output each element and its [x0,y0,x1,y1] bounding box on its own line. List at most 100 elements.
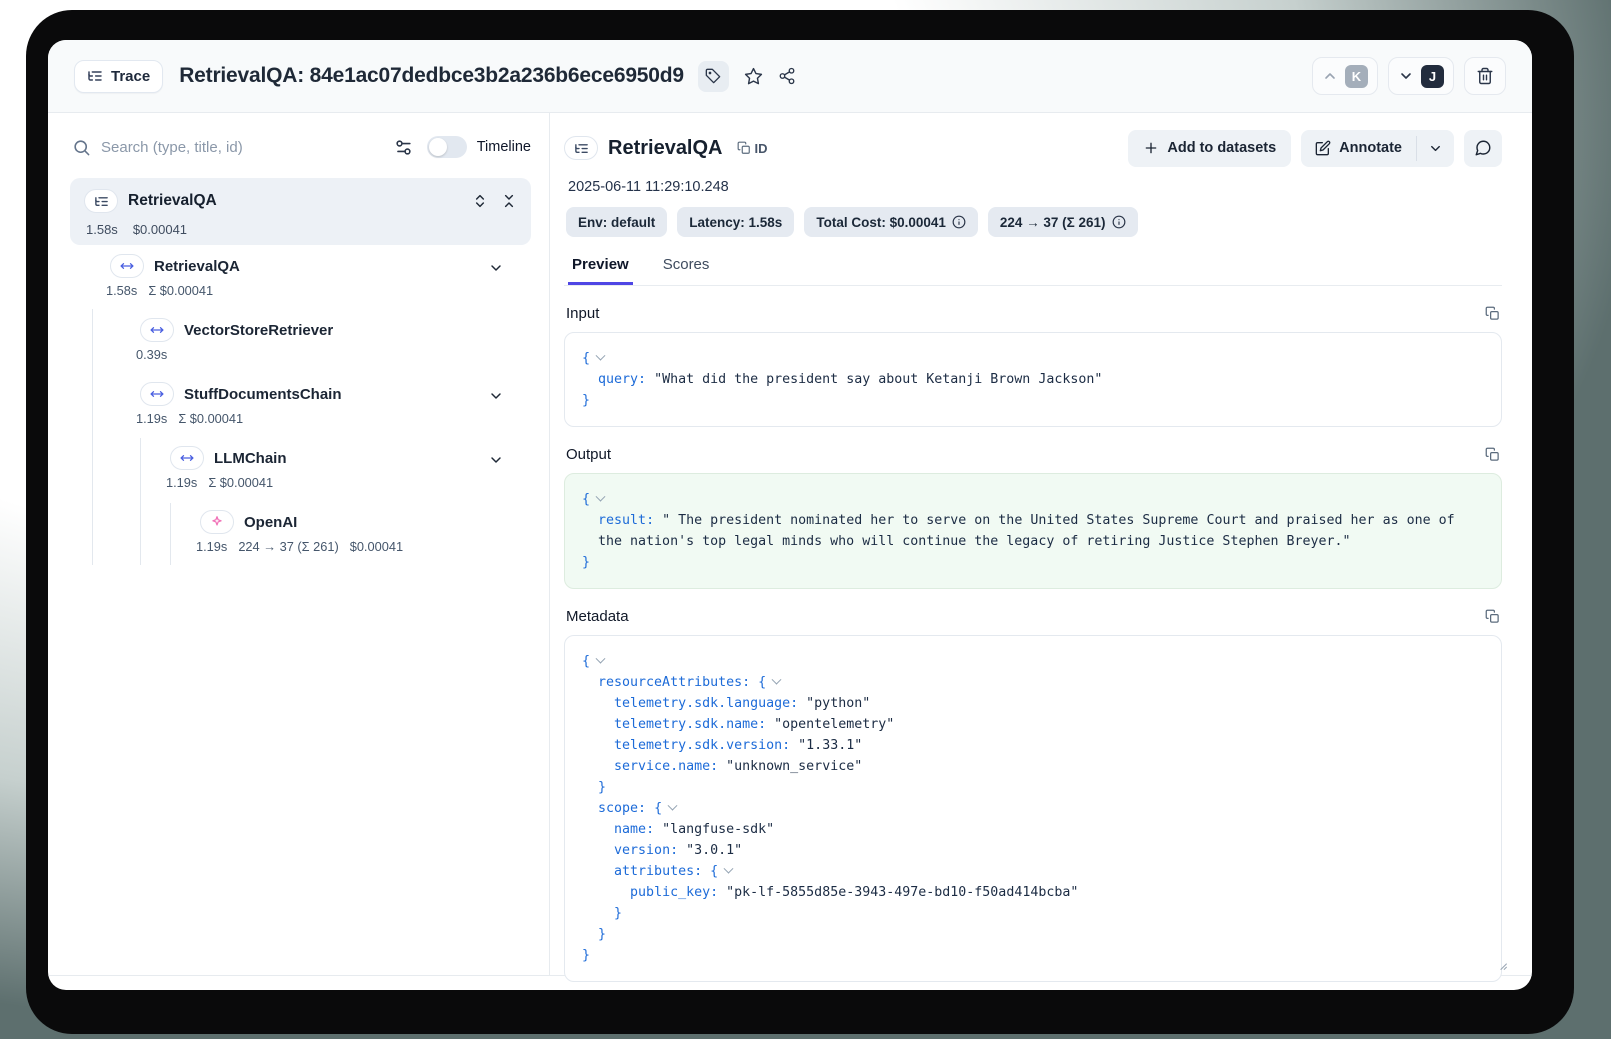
section-header: Metadata [564,608,1502,625]
json-value: "pk-lf-5855d85e-3943-497e-bd10-f50ad414b… [726,885,1078,900]
move-horizontal-icon [170,446,204,470]
tree-metric: 1.58s [106,283,137,298]
tree-node-llmchain[interactable]: LLMChain [170,446,287,470]
tree-indent-guide [140,438,141,565]
tree-node-label: StuffDocumentsChain [184,386,342,403]
metric-badge: Latency: 1.58s [677,207,794,237]
tree-node-openai[interactable]: OpenAI [200,510,297,534]
tree-metric: 1.19s [166,475,197,490]
info-icon[interactable] [952,215,966,229]
json-punct: : [742,675,758,690]
info-icon[interactable] [1112,215,1126,229]
add-to-datasets-button[interactable]: Add to datasets [1128,130,1291,167]
json-punct: } [598,780,606,795]
json-line: result: " The president nominated her to… [582,513,1455,528]
json-line: name: "langfuse-sdk" [582,822,774,837]
copy-icon[interactable] [1485,447,1500,462]
json-line: { [582,654,604,669]
tree-node-vectorstoreretriever[interactable]: VectorStoreRetriever [140,318,333,342]
json-punct: : [758,717,774,732]
badge-label: Total Cost: $0.00041 [816,215,946,230]
collapse-chevron-icon[interactable] [596,351,606,361]
annotate-button[interactable]: Annotate [1301,130,1416,167]
json-line: service.name: "unknown_service" [582,759,862,774]
collapse-chevron-icon[interactable] [596,492,606,502]
copy-icon[interactable] [1485,306,1500,321]
tree-metric: $0.00041 [350,539,403,554]
resize-grip-icon[interactable] [1495,958,1508,971]
tree-node-stuffdocumentschain[interactable]: StuffDocumentsChain [140,382,342,406]
collapse-chevron-icon[interactable] [668,801,678,811]
shortcut-key-k: K [1345,65,1368,88]
delete-trace-button[interactable] [1464,57,1506,95]
tab-scores[interactable]: Scores [659,250,714,285]
tree-node-label: VectorStoreRetriever [184,322,333,339]
json-line: telemetry.sdk.language: "python" [582,696,870,711]
json-key: telemetry.sdk.version [614,738,782,753]
json-punct: } [582,555,590,570]
tree-indent-guide [92,309,93,565]
sparkles-icon [200,510,234,534]
collapse-chevron-icon[interactable] [488,388,504,404]
metric-badge: 224 → 37 (Σ 261) [988,207,1138,237]
collapse-chevron-icon[interactable] [772,675,782,685]
tree-node-label: RetrievalQA [154,258,240,275]
copy-icon [737,141,751,155]
json-value: "What did the president say about Ketanj… [654,372,1102,387]
json-value: "langfuse-sdk" [662,822,774,837]
json-value: " The president nominated her to serve o… [662,513,1455,528]
detail-title: RetrievalQA [608,137,723,160]
chevron-up-icon [1322,68,1338,84]
json-punct [582,864,614,879]
json-value: "opentelemetry" [774,717,894,732]
json-line: } [582,555,590,570]
json-punct: { [710,864,718,879]
json-punct [582,759,614,774]
tree-indent-guide [170,503,171,565]
json-punct: { [582,351,590,366]
json-punct [582,822,614,837]
star-icon[interactable] [744,67,763,86]
trace-type-badge: Trace [74,60,163,93]
add-to-datasets-label: Add to datasets [1167,140,1276,156]
tree-metric: 224 → 37 (Σ 261) [238,539,338,554]
json-punct [582,738,614,753]
tag-icon[interactable] [698,61,729,92]
share-icon[interactable] [778,67,796,85]
json-punct [582,780,598,795]
json-viewer: { resourceAttributes: { telemetry.sdk.la… [564,635,1502,982]
json-punct: : [646,822,662,837]
page-title: RetrievalQA: 84e1ac07dedbce3b2a236b6ece6… [179,64,684,88]
tree-node-retrievalqa[interactable]: RetrievalQA [110,254,240,278]
badge-label: Latency: 1.58s [689,215,782,230]
json-punct [582,927,598,942]
collapse-chevron-icon[interactable] [488,452,504,468]
section-title: Input [566,305,599,322]
section-header: Output [564,446,1502,463]
json-punct: { [582,654,590,669]
section-header: Input [564,305,1502,322]
next-trace-button[interactable]: J [1388,57,1454,95]
comments-button[interactable] [1464,130,1502,167]
window-header: Trace RetrievalQA: 84e1ac07dedbce3b2a236… [48,40,1532,113]
json-line: scope: { [582,801,676,816]
copy-icon[interactable] [1485,609,1500,624]
copy-id-button[interactable]: ID [737,141,768,156]
json-punct: } [582,948,590,963]
tab-preview[interactable]: Preview [568,250,633,285]
trace-badge-label: Trace [111,68,150,85]
collapse-chevron-icon[interactable] [596,654,606,664]
json-punct: } [614,906,622,921]
collapse-chevron-icon[interactable] [724,864,734,874]
json-line: } [582,948,590,963]
prev-trace-button[interactable]: K [1312,57,1378,95]
json-value: the nation's top legal minds who will co… [598,534,1351,549]
annotate-dropdown-chevron-icon[interactable] [1417,130,1454,167]
tree-metric: Σ $0.00041 [208,475,273,490]
badge-label: Env: default [578,215,655,230]
section-input: Input{ query: "What did the president sa… [564,305,1502,427]
pen-square-icon [1315,140,1331,156]
json-key: attributes [614,864,694,879]
json-key: resourceAttributes [598,675,742,690]
collapse-chevron-icon[interactable] [488,260,504,276]
